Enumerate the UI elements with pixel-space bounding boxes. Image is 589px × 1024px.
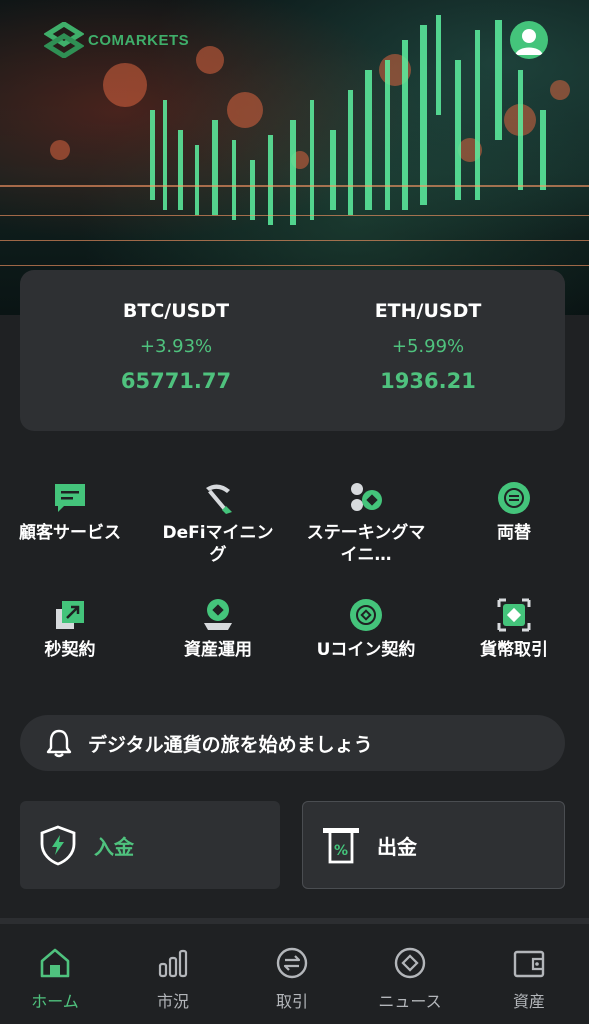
feature-label: 顧客サービス [19,523,121,543]
bar-chart-icon [158,949,188,978]
ticker-eth[interactable]: ETH/USDT +5.99% 1936.21 [328,300,528,393]
news-icon [394,947,426,979]
feature-exchange[interactable]: 両替 [454,480,574,544]
bell-icon [46,729,72,758]
withdraw-icon: % [323,828,359,864]
ticker-price: 65771.77 [120,369,232,393]
wallet-icon [513,950,545,978]
bottom-nav: ホーム 市況 取引 ニュース 資産 [0,924,589,1024]
svg-text:%: % [334,843,348,859]
exchange-icon [498,482,530,514]
trade-icon [276,947,308,979]
deposit-button[interactable]: 入金 [20,801,280,889]
withdraw-button[interactable]: % 出金 [302,801,565,889]
nav-label: ニュース [378,992,442,1011]
feature-staking-mining[interactable]: ステーキングマイニ… [306,480,426,566]
nav-home[interactable]: ホーム [5,946,105,1012]
feature-label: 貨幣取引 [480,640,548,660]
nav-label: 資産 [512,992,545,1011]
feature-customer-service[interactable]: 顧客サービス [10,480,130,544]
feature-currency-trading[interactable]: 貨幣取引 [454,597,574,661]
notice-text: デジタル通貨の旅を始めましょう [88,733,373,756]
trend-arrow-icon [56,601,84,629]
home-icon [40,948,70,978]
chat-icon [55,484,85,512]
shield-deposit-icon [40,825,76,866]
coin-hand-icon [204,599,232,630]
brand-name: COMARKETS [88,31,190,49]
brand-logo[interactable]: COMARKETS [44,22,189,58]
ticker-price: 1936.21 [380,369,476,393]
hero-banner: COMARKETS [0,0,589,315]
coins-icon [351,483,382,511]
ticker-pair: ETH/USDT [374,300,482,322]
ticker-change: +5.99% [391,336,465,357]
nav-news[interactable]: ニュース [360,946,460,1012]
feature-label: 資産運用 [184,640,252,660]
comarkets-logo-icon [44,22,84,58]
currency-trade-icon [497,598,531,632]
user-avatar-button[interactable] [510,21,548,59]
feature-label: DeFiマイニング [162,523,274,565]
feature-label: ステーキングマイニ… [306,523,426,565]
feature-second-contract[interactable]: 秒契約 [10,597,130,661]
user-icon [515,29,543,55]
nav-trade[interactable]: 取引 [242,946,342,1012]
feature-label: 両替 [497,523,531,543]
deposit-label: 入金 [94,834,134,859]
ticker-pair: BTC/USDT [122,300,230,322]
nav-label: 取引 [275,992,308,1011]
ticker-card: BTC/USDT +3.93% 65771.77 ETH/USDT +5.99%… [20,270,565,431]
nav-label: ホーム [31,992,79,1011]
ticker-change: +3.93% [139,336,213,357]
notice-bar[interactable]: デジタル通貨の旅を始めましょう [20,715,565,771]
feature-label: 秒契約 [44,640,96,660]
pickaxe-icon [206,484,232,514]
ticker-btc[interactable]: BTC/USDT +3.93% 65771.77 [76,300,276,393]
feature-defi-mining[interactable]: DeFiマイニング [158,480,278,566]
nav-label: 市況 [156,992,189,1011]
withdraw-label: 出金 [377,834,417,859]
u-coin-icon [350,599,382,631]
feature-asset-management[interactable]: 資産運用 [158,597,278,661]
feature-u-coin-contract[interactable]: Uコイン契約 [306,597,426,661]
nav-market[interactable]: 市況 [123,946,223,1012]
nav-assets[interactable]: 資産 [479,946,579,1012]
feature-label: Uコイン契約 [316,640,416,660]
